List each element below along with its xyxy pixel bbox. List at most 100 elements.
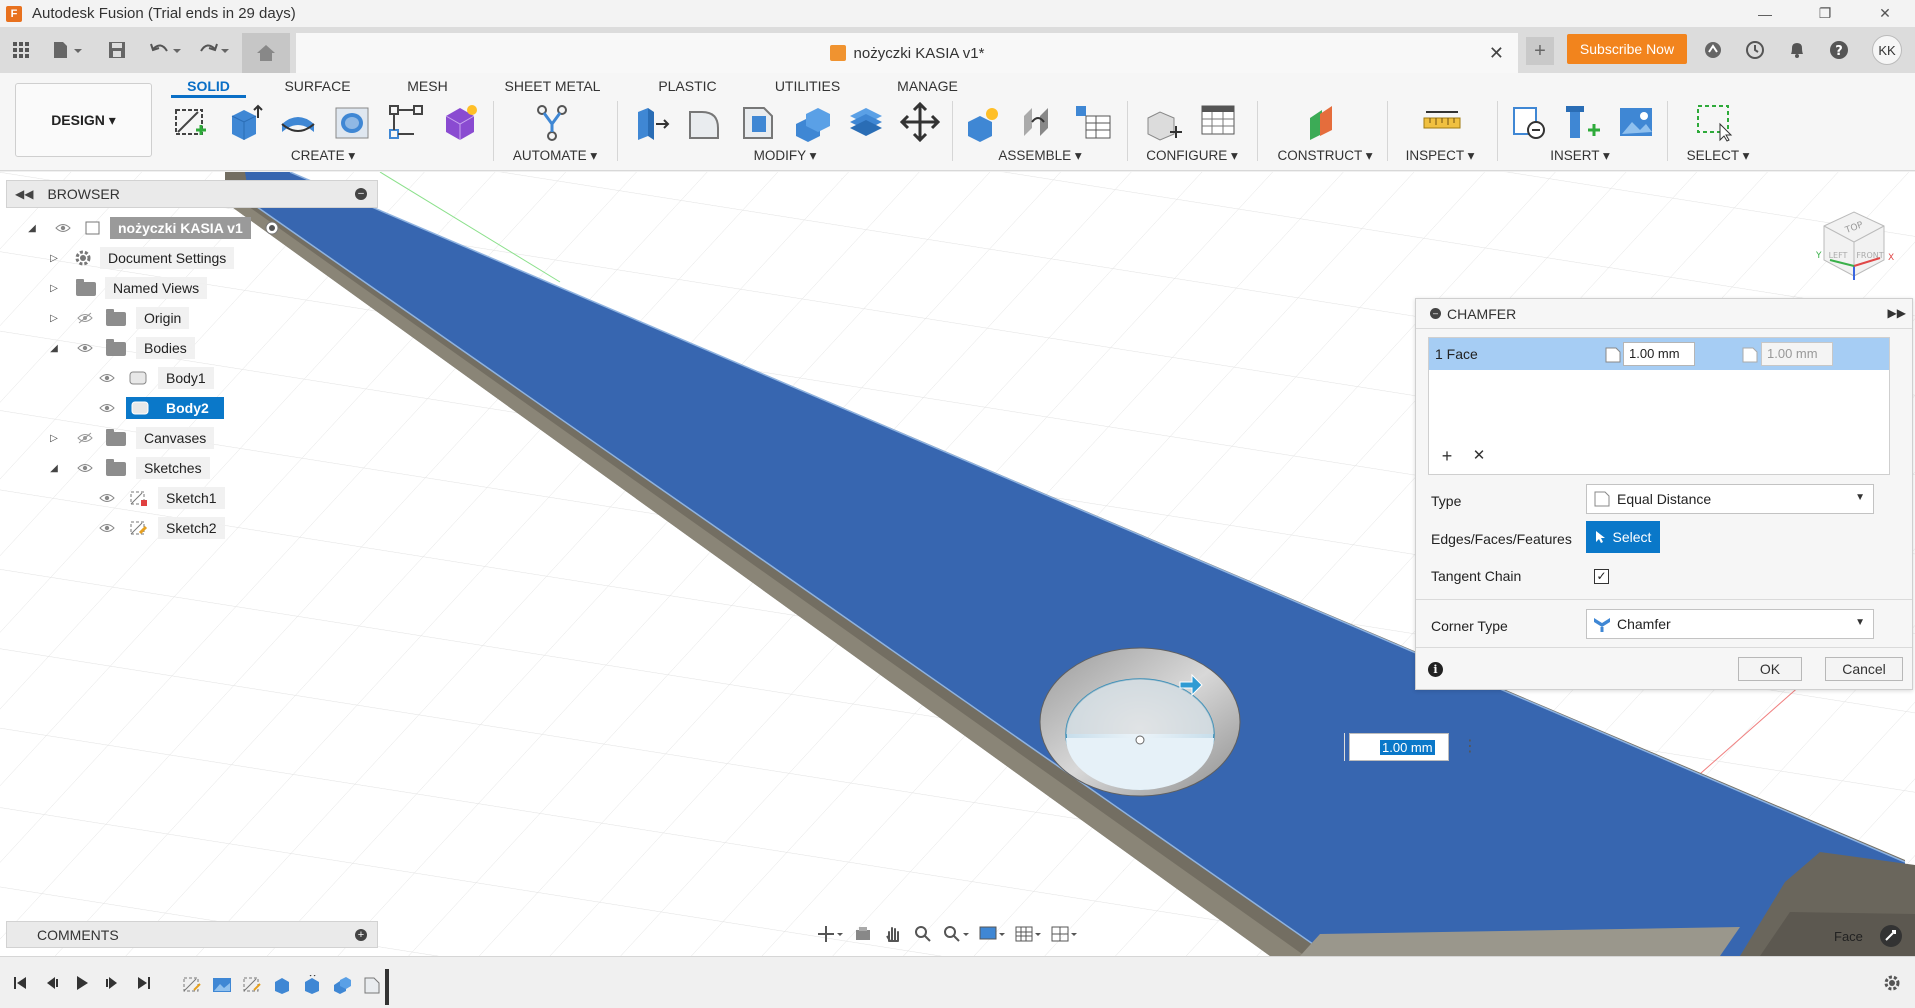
save-icon[interactable]	[104, 37, 130, 63]
combine-icon[interactable]	[844, 101, 888, 143]
undo-icon[interactable]	[146, 37, 186, 63]
restore-icon[interactable]: ❐	[1795, 0, 1855, 27]
selection-row[interactable]: 1 Face 1.00 mm 1.00 mm	[1429, 338, 1889, 370]
display-settings-icon[interactable]	[974, 921, 1010, 947]
corner-type-dropdown[interactable]: Chamfer ▼	[1586, 609, 1874, 639]
look-at-icon[interactable]	[848, 921, 878, 947]
move-copy-icon[interactable]	[898, 101, 942, 143]
tree-item-body2[interactable]: Body2	[0, 395, 300, 421]
minimize-icon[interactable]: —	[1735, 0, 1795, 27]
visibility-eye-icon[interactable]	[98, 372, 116, 384]
ok-button[interactable]: OK	[1738, 657, 1802, 681]
extensions-icon[interactable]	[1700, 37, 1726, 63]
distance-input[interactable]: 1.00 mm	[1623, 342, 1695, 366]
cancel-button[interactable]: Cancel	[1825, 657, 1903, 681]
tree-root[interactable]: ◢ nożyczki KASIA v1	[0, 215, 300, 241]
visibility-eye-icon[interactable]	[98, 522, 116, 534]
play-icon[interactable]	[72, 973, 92, 993]
redo-icon[interactable]	[194, 37, 234, 63]
tree-item-canvases[interactable]: ▷ Canvases	[0, 425, 300, 451]
expand-arrow-icon[interactable]: ▷	[48, 313, 60, 324]
timeline-sketch-icon[interactable]	[242, 975, 262, 995]
type-dropdown[interactable]: Equal Distance ▼	[1586, 484, 1874, 514]
step-back-icon[interactable]	[42, 973, 62, 993]
extrude-icon[interactable]	[222, 101, 266, 143]
new-component-icon[interactable]	[962, 101, 1006, 143]
tab-utilities[interactable]: UTILITIES	[765, 73, 850, 99]
info-icon[interactable]: i	[1428, 662, 1443, 677]
add-selection-button[interactable]: +	[1437, 446, 1457, 466]
orbit-icon[interactable]	[812, 921, 848, 947]
hidden-eye-icon[interactable]	[76, 432, 94, 444]
select-button[interactable]: Select	[1586, 521, 1660, 553]
insert-derive-icon[interactable]	[1506, 101, 1550, 143]
fillet-icon[interactable]	[682, 101, 726, 143]
file-menu-icon[interactable]	[48, 37, 88, 63]
viewports-icon[interactable]	[1046, 921, 1082, 947]
create-menu[interactable]: CREATE ▾	[268, 148, 378, 164]
go-to-end-icon[interactable]	[134, 973, 154, 993]
select-menu[interactable]: SELECT ▾	[1663, 148, 1773, 164]
timeline-extrude-icon[interactable]	[272, 975, 292, 995]
offset-plane-icon[interactable]	[1302, 101, 1346, 143]
tree-item-sketch1[interactable]: Sketch1	[0, 485, 300, 511]
expand-dialog-icon[interactable]: ▶▶	[1888, 306, 1906, 320]
tree-item-bodies[interactable]: ◢ Bodies	[0, 335, 300, 361]
minimize-panel-icon[interactable]: –	[355, 188, 367, 200]
inspect-menu[interactable]: INSPECT ▾	[1385, 148, 1495, 164]
pattern-icon[interactable]	[384, 101, 428, 143]
bill-of-materials-icon[interactable]	[1070, 101, 1114, 143]
tab-sheet-metal[interactable]: SHEET METAL	[495, 73, 610, 99]
expand-arrow-icon[interactable]: ▷	[48, 253, 60, 264]
insert-mcmaster-icon[interactable]	[1560, 101, 1604, 143]
job-status-icon[interactable]	[1742, 37, 1768, 63]
hidden-eye-icon[interactable]	[76, 312, 94, 324]
selection-filter-icon[interactable]	[1880, 925, 1902, 947]
home-tab[interactable]	[242, 33, 290, 73]
visibility-eye-icon[interactable]	[98, 402, 116, 414]
collapse-dialog-icon[interactable]: –	[1430, 308, 1441, 319]
document-tab[interactable]: nożyczki KASIA v1* ✕	[296, 33, 1518, 73]
tree-item-body1[interactable]: Body1	[0, 365, 300, 391]
view-cube[interactable]: TOP LEFT FRONT X Y	[1808, 196, 1900, 288]
timeline-chamfer-icon[interactable]	[362, 975, 382, 995]
tree-item-origin[interactable]: ▷ Origin	[0, 305, 300, 331]
collapse-arrow-icon[interactable]: ◢	[48, 343, 60, 354]
tab-manage[interactable]: MANAGE	[885, 73, 970, 99]
select-window-icon[interactable]	[1692, 101, 1736, 143]
collapse-arrow-icon[interactable]: ◢	[48, 463, 60, 474]
canvas-dimension-input[interactable]: 1.00 mm	[1349, 733, 1449, 761]
modify-menu[interactable]: MODIFY ▾	[730, 148, 840, 164]
press-pull-icon[interactable]	[628, 101, 672, 143]
tab-surface[interactable]: SURFACE	[275, 73, 360, 99]
automate-menu[interactable]: AUTOMATE ▾	[500, 148, 610, 164]
expand-arrow-icon[interactable]: ▷	[48, 283, 60, 294]
visibility-eye-icon[interactable]	[76, 462, 94, 474]
fit-icon[interactable]	[938, 921, 974, 947]
create-sketch-icon[interactable]	[168, 101, 212, 143]
tab-mesh[interactable]: MESH	[395, 73, 460, 99]
insert-menu[interactable]: INSERT ▾	[1525, 148, 1635, 164]
tangent-chain-checkbox[interactable]: ✓	[1594, 569, 1609, 584]
configure-menu[interactable]: CONFIGURE ▾	[1137, 148, 1247, 164]
timeline-combine-icon[interactable]	[332, 975, 352, 995]
new-tab-button[interactable]: +	[1526, 37, 1554, 65]
configuration-table-icon[interactable]	[1196, 101, 1240, 143]
visibility-eye-icon[interactable]	[98, 492, 116, 504]
subscribe-button[interactable]: Subscribe Now	[1567, 34, 1687, 64]
hole-icon[interactable]	[330, 101, 374, 143]
collapse-panel-icon[interactable]: ◀◀	[15, 187, 33, 201]
go-to-start-icon[interactable]	[10, 973, 30, 993]
chamfer-selection-list[interactable]: 1 Face 1.00 mm 1.00 mm + ✕	[1428, 337, 1890, 475]
revolve-icon[interactable]	[276, 101, 320, 143]
tree-item-named-views[interactable]: ▷ Named Views	[0, 275, 300, 301]
zoom-icon[interactable]	[908, 921, 938, 947]
timeline-canvas-icon[interactable]	[212, 975, 232, 995]
close-icon[interactable]: ✕	[1855, 0, 1915, 27]
timeline-extrude-icon[interactable]	[302, 973, 322, 995]
app-grid-icon[interactable]	[8, 37, 34, 63]
pan-icon[interactable]	[878, 921, 908, 947]
tree-item-sketch2[interactable]: Sketch2	[0, 515, 300, 541]
more-options-icon[interactable]: ⋮	[1462, 736, 1478, 758]
timeline-marker[interactable]	[385, 969, 389, 1005]
